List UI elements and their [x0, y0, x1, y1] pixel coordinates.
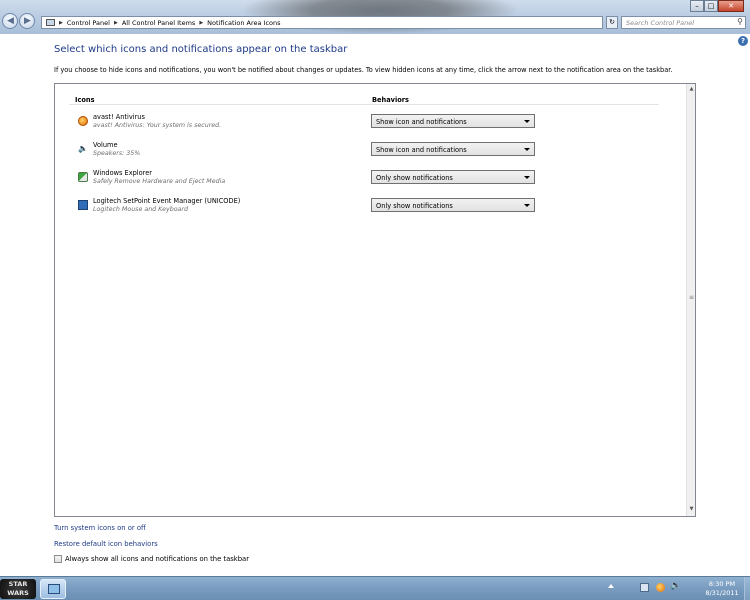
restore-defaults-link[interactable]: Restore default icon behaviors: [54, 540, 158, 548]
item-description: Logitech Mouse and Keyboard: [93, 206, 188, 213]
search-input[interactable]: Search Control Panel ⚲: [621, 16, 746, 29]
behavior-select[interactable]: Only show notifications: [371, 198, 535, 212]
volume-tray-icon[interactable]: 🔈: [670, 581, 681, 591]
safely-remove-icon: [78, 172, 88, 182]
forward-arrow-icon: ▶: [24, 16, 31, 26]
behavior-select[interactable]: Only show notifications: [371, 170, 535, 184]
show-desktop-button[interactable]: [744, 577, 750, 600]
search-placeholder: Search Control Panel: [626, 19, 695, 27]
forward-button[interactable]: ▶: [19, 13, 35, 29]
chevron-down-icon: [524, 204, 530, 207]
header-divider: [69, 104, 659, 105]
show-hidden-icons-icon[interactable]: [608, 584, 614, 588]
behavior-value: Show icon and notifications: [376, 146, 467, 154]
start-logo-line1: STAR: [8, 580, 28, 588]
scroll-up-icon[interactable]: ▲: [688, 86, 695, 94]
taskbar-control-panel-button[interactable]: [40, 579, 66, 599]
scroll-down-icon[interactable]: ▼: [688, 506, 695, 514]
turn-system-icons-link[interactable]: Turn system icons on or off: [54, 524, 146, 532]
back-arrow-icon: ◀: [7, 16, 14, 26]
avast-icon: [78, 116, 88, 126]
behavior-select[interactable]: Show icon and notifications: [371, 142, 535, 156]
avast-tray-icon[interactable]: [656, 583, 665, 592]
breadcrumb-control-panel[interactable]: Control Panel: [67, 19, 110, 27]
control-panel-icon: [48, 584, 60, 594]
breadcrumb-arrow-icon[interactable]: ▶: [114, 20, 118, 26]
help-icon[interactable]: ?: [738, 36, 748, 46]
always-show-label: Always show all icons and notifications …: [65, 555, 250, 563]
list-item: 🔈 Volume Speakers: 35% Show icon and not…: [75, 141, 675, 165]
close-button[interactable]: ✕: [718, 0, 744, 12]
start-button[interactable]: STAR WARS: [0, 579, 36, 599]
list-item: Windows Explorer Safely Remove Hardware …: [75, 169, 675, 193]
always-show-checkbox[interactable]: [54, 555, 62, 563]
behavior-select[interactable]: Show icon and notifications: [371, 114, 535, 128]
maximize-button[interactable]: □: [704, 0, 718, 12]
item-description: Speakers: 35%: [93, 150, 141, 157]
breadcrumb-arrow-icon[interactable]: ▶: [59, 20, 63, 26]
behavior-value: Show icon and notifications: [376, 118, 467, 126]
intro-text: If you choose to hide icons and notifica…: [54, 66, 673, 74]
list-item: Logitech SetPoint Event Manager (UNICODE…: [75, 197, 675, 221]
breadcrumb-arrow-icon[interactable]: ▶: [199, 20, 203, 26]
minimize-button[interactable]: –: [690, 0, 704, 12]
clock-date: 8/31/2011: [705, 589, 739, 597]
column-header-behaviors: Behaviors: [372, 96, 409, 104]
control-panel-icon: [46, 19, 55, 26]
clock[interactable]: 8:30 PM 8/31/2011: [702, 580, 742, 598]
chevron-down-icon: [524, 120, 530, 123]
chevron-down-icon: [524, 148, 530, 151]
vertical-scrollbar[interactable]: ▲ ≡ ▼: [686, 84, 695, 516]
search-icon[interactable]: ⚲: [737, 17, 743, 26]
volume-icon: 🔈: [78, 144, 88, 153]
chevron-down-icon: [524, 176, 530, 179]
scroll-grip-icon[interactable]: ≡: [688, 294, 695, 302]
behavior-value: Only show notifications: [376, 174, 453, 182]
logitech-icon: [78, 200, 88, 210]
item-name: avast! Antivirus: [93, 113, 145, 121]
breadcrumb-notification-area-icons[interactable]: Notification Area Icons: [207, 19, 280, 27]
item-name: Logitech SetPoint Event Manager (UNICODE…: [93, 197, 241, 205]
breadcrumb-all-items[interactable]: All Control Panel Items: [122, 19, 195, 27]
behavior-value: Only show notifications: [376, 202, 453, 210]
item-name: Windows Explorer: [93, 169, 152, 177]
start-logo-line2: WARS: [7, 589, 29, 597]
breadcrumb: ▶ Control Panel ▶ All Control Panel Item…: [59, 19, 281, 27]
address-box[interactable]: ▶ Control Panel ▶ All Control Panel Item…: [41, 16, 603, 29]
taskbar: STAR WARS 🔈 8:30 PM 8/31/2011: [0, 576, 750, 600]
page-title: Select which icons and notifications app…: [54, 44, 348, 55]
address-bar-area: ◀ ▶ ▶ Control Panel ▶ All Control Panel …: [0, 0, 750, 34]
item-description: avast! Antivirus: Your system is secured…: [93, 122, 222, 129]
notification-icons-list: Icons Behaviors avast! Antivirus avast! …: [54, 83, 696, 517]
item-description: Safely Remove Hardware and Eject Media: [93, 178, 226, 185]
refresh-button[interactable]: ↻: [606, 16, 618, 29]
list-item: avast! Antivirus avast! Antivirus: Your …: [75, 113, 675, 137]
always-show-option[interactable]: Always show all icons and notifications …: [54, 555, 249, 563]
clock-time: 8:30 PM: [708, 580, 736, 588]
action-center-icon[interactable]: [640, 583, 649, 592]
item-name: Volume: [93, 141, 118, 149]
back-button[interactable]: ◀: [2, 13, 18, 29]
column-header-icons: Icons: [75, 96, 95, 104]
